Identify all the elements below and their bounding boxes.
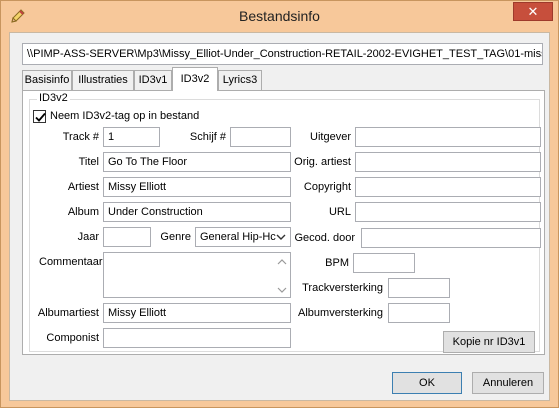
ok-button[interactable]: OK [392,372,462,394]
bpm-label: BPM [325,257,349,269]
track-label: Track # [62,131,99,143]
id3v2-panel: ID3v2 Neem ID3v2-tag op in bestand Track… [22,90,545,355]
title-field[interactable]: Go To The Floor [103,152,291,172]
genre-label: Genre [160,231,191,243]
include-tag-checkbox[interactable] [33,110,46,123]
title-bar[interactable]: Bestandsinfo ✕ [1,1,558,31]
album-artist-label: Albumartiest [37,307,99,319]
comment-field[interactable] [103,252,291,298]
tab-basisinfo[interactable]: Basisinfo [22,70,72,90]
bpm-field[interactable] [353,253,415,273]
genre-select[interactable]: General Hip-Hc [195,227,291,247]
disc-field[interactable] [230,127,291,147]
scroll-up-icon[interactable] [277,257,287,265]
album-artist-field[interactable]: Missy Elliott [103,303,291,323]
album-gain-label: Albumversterking [298,307,383,319]
tab-lyrics3[interactable]: Lyrics3 [218,70,262,90]
file-path-field[interactable]: \\PIMP-ASS-SERVER\Mp3\Missy_Elliot-Under… [22,43,543,65]
tab-id3v1[interactable]: ID3v1 [134,70,172,90]
album-label: Album [67,206,99,218]
title-label: Titel [78,156,99,168]
close-button[interactable]: ✕ [513,2,553,21]
disc-label: Schijf # [189,131,226,143]
copyright-field[interactable] [355,177,541,197]
encoded-by-field[interactable] [361,228,541,248]
scroll-down-icon[interactable] [277,285,287,293]
album-gain-field[interactable] [388,303,450,323]
dialog-body: \\PIMP-ASS-SERVER\Mp3\Missy_Elliot-Under… [9,32,550,401]
tab-illustraties[interactable]: Illustraties [72,70,134,90]
copy-from-id3v1-button[interactable]: Kopie nr ID3v1 [443,331,535,353]
artist-field[interactable]: Missy Elliott [103,177,291,197]
window-title: Bestandsinfo [239,8,320,24]
composer-field[interactable] [103,328,291,348]
include-tag-label: Neem ID3v2-tag op in bestand [50,110,200,122]
publisher-field[interactable] [355,127,541,147]
year-field[interactable] [103,227,151,247]
track-gain-field[interactable] [388,278,450,298]
track-field[interactable]: 1 [103,127,160,147]
comment-label: Commentaar [39,256,103,268]
orig-artist-field[interactable] [355,152,541,172]
file-info-window: Bestandsinfo ✕ \\PIMP-ASS-SERVER\Mp3\Mis… [0,0,559,408]
checkmark-icon [35,112,46,122]
track-gain-label: Trackversterking [302,282,383,294]
year-label: Jaar [77,231,99,243]
cancel-button[interactable]: Annuleren [472,372,544,394]
artist-label: Artiest [67,181,99,193]
encoded-by-label: Gecod. door [294,232,355,244]
url-label: URL [328,206,351,218]
url-field[interactable] [355,202,541,222]
album-field[interactable]: Under Construction [103,202,291,222]
orig-artist-label: Orig. artiest [294,156,351,168]
composer-label: Componist [46,332,99,344]
group-title: ID3v2 [37,92,70,104]
genre-value: General Hip-Hc [200,231,276,243]
tab-id3v2[interactable]: ID3v2 [172,67,218,91]
publisher-label: Uitgever [310,131,351,143]
copyright-label: Copyright [303,181,351,193]
